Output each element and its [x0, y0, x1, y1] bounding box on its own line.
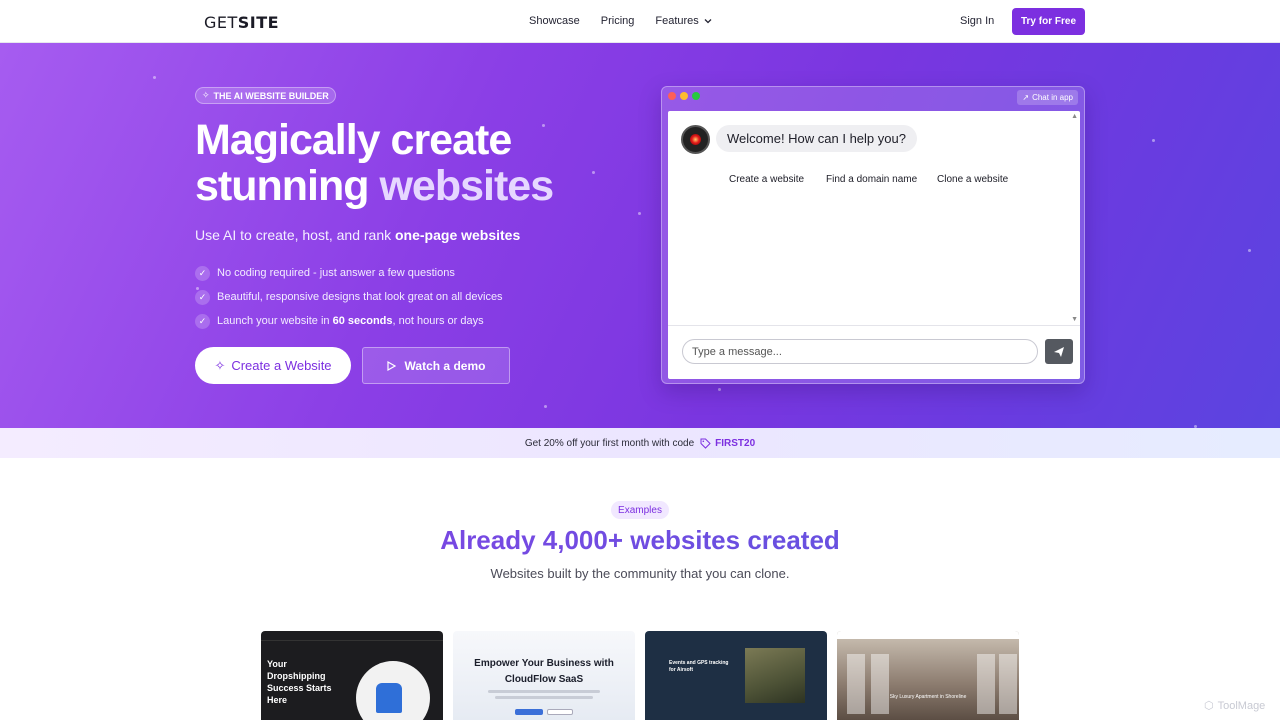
thumbnail-headline: Events and GPS tracking for Airsoft [669, 660, 729, 673]
hero-title-word-websites: websites [379, 162, 554, 210]
hero-section: ✧ THE AI WEBSITE BUILDER Magically creat… [0, 43, 1280, 428]
thumbnail-button [547, 709, 573, 715]
example-thumbnail-airsoft[interactable]: Events and GPS tracking for Airsoft [645, 631, 827, 720]
examples-title: Already 4,000+ websites created [0, 525, 1280, 556]
try-for-free-button[interactable]: Try for Free [1012, 8, 1085, 35]
nav-links: Showcase Pricing Features [529, 15, 733, 27]
create-website-label: Create a Website [231, 358, 332, 373]
welcome-message: Welcome! How can I help you? [716, 125, 917, 152]
check-icon: ✓ [195, 265, 210, 281]
example-thumbnail-cloudflow[interactable]: Empower Your Business with CloudFlow SaaS [453, 631, 635, 720]
example-thumbnail-globeasy[interactable]: Your Dropshipping Success Starts Here [261, 631, 443, 720]
sparkles-icon: ✧ [202, 90, 210, 100]
quick-action-create-website[interactable]: Create a website [729, 174, 804, 185]
thumbnail-nav [645, 631, 827, 641]
examples-subtitle: Websites built by the community that you… [490, 566, 790, 581]
thumbnail-nav [261, 631, 443, 641]
check-icon: ✓ [195, 289, 210, 305]
external-link-icon: ↗ [1022, 93, 1030, 102]
checklist-text: Beautiful, responsive designs that look … [217, 291, 503, 303]
hero-badge-label: THE AI WEBSITE BUILDER [213, 90, 329, 101]
sparkle-dot [153, 76, 156, 79]
checklist-item: ✓ No coding required - just answer a few… [195, 261, 503, 285]
thumbnail-headline: Your Dropshipping Success Starts Here [267, 659, 332, 705]
thumbnail-photo [745, 648, 805, 703]
sparkle-dot [1152, 139, 1155, 142]
hero-subtitle-bold: one-page websites [395, 227, 521, 243]
nav-link-pricing[interactable]: Pricing [601, 15, 635, 27]
hero-title-line1: Magically create [195, 116, 512, 164]
promo-code-label: FIRST20 [715, 437, 756, 449]
thumbnail-text-line [488, 690, 600, 693]
watermark: ⬡ ToolMage [1204, 699, 1266, 713]
window-close-dot[interactable] [668, 92, 676, 100]
watch-demo-label: Watch a demo [404, 358, 486, 373]
checklist-text: No coding required - just answer a few q… [217, 267, 455, 279]
chat-in-app-label: Chat in app [1032, 93, 1073, 102]
thumbnail-figure [376, 683, 402, 713]
sparkle-dot [1248, 249, 1251, 252]
thumbnail-headline: Empower Your Business with CloudFlow SaaS [474, 658, 614, 685]
tag-icon [700, 438, 711, 449]
window-maximize-dot[interactable] [692, 92, 700, 100]
example-thumbnail-luxury[interactable]: Sky Luxury Apartment in Shoreline [837, 631, 1019, 720]
send-button[interactable] [1045, 339, 1073, 364]
checklist-item: ✓ Beautiful, responsive designs that loo… [195, 285, 503, 309]
quick-action-clone-website[interactable]: Clone a website [937, 174, 1008, 185]
chat-in-app-button[interactable]: ↗ Chat in app [1017, 90, 1078, 105]
sparkle-dot [638, 212, 641, 215]
hero-title: Magically create stunning websites [195, 116, 554, 210]
nav-link-features-label: Features [655, 15, 699, 27]
hero-subtitle-text: Use AI to create, host, and rank [195, 227, 395, 243]
hero-title-word-stunning: stunning [195, 162, 370, 210]
thumbnail-button [515, 709, 543, 715]
hero-title-line2: stunning websites [195, 162, 554, 210]
bot-avatar [681, 125, 710, 154]
check-icon: ✓ [195, 313, 210, 329]
message-input[interactable]: Type a message... [682, 339, 1038, 364]
sparkle-icon: ✧ [214, 357, 226, 373]
quick-action-find-domain[interactable]: Find a domain name [826, 174, 917, 185]
chat-body: ▲ ▼ Welcome! How can I help you? Create … [668, 111, 1080, 379]
checklist-text: Launch your website in 60 seconds, not h… [217, 315, 484, 327]
nav-link-features[interactable]: Features [655, 15, 712, 27]
promo-text: Get 20% off your first month with code [524, 437, 695, 449]
watermark-label: ToolMage [1217, 699, 1266, 712]
window-minimize-dot[interactable] [680, 92, 688, 100]
sparkle-dot [718, 388, 721, 391]
watch-demo-button[interactable]: Watch a demo [362, 347, 510, 384]
send-icon [1054, 346, 1064, 357]
play-icon [386, 360, 396, 371]
scroll-down-arrow[interactable]: ▼ [1071, 316, 1078, 323]
chevron-down-icon [704, 19, 712, 24]
nav-link-showcase[interactable]: Showcase [529, 15, 580, 27]
create-website-button[interactable]: ✧ Create a Website [195, 347, 351, 384]
top-navbar: GETSITE Showcase Pricing Features Sign I… [0, 0, 1280, 43]
sparkle-dot [592, 171, 595, 174]
promo-code[interactable]: FIRST20 [700, 438, 755, 449]
promo-banner: Get 20% off your first month with code F… [0, 428, 1280, 458]
thumbnail-photo: Sky Luxury Apartment in Shoreline [837, 639, 1019, 720]
checklist-item: ✓ Launch your website in 60 seconds, not… [195, 309, 503, 333]
examples-badge: Examples [611, 501, 669, 519]
scroll-up-arrow[interactable]: ▲ [1071, 113, 1078, 120]
sparkle-dot [544, 405, 547, 408]
hero-subtitle: Use AI to create, host, and rank one-pag… [195, 227, 520, 243]
hero-badge: ✧ THE AI WEBSITE BUILDER [195, 87, 336, 104]
chat-widget: ↗ Chat in app ▲ ▼ Welcome! How can I hel… [661, 86, 1085, 384]
thumbnail-nav [453, 631, 635, 641]
logo[interactable]: GETSITE [204, 13, 279, 32]
logo-icon: ⬡ [1204, 700, 1214, 712]
sign-in-link[interactable]: Sign In [960, 15, 994, 27]
thumbnail-headline: Sky Luxury Apartment in Shoreline [889, 694, 967, 700]
chat-divider [668, 325, 1080, 326]
feature-checklist: ✓ No coding required - just answer a few… [195, 261, 503, 333]
thumbnail-text-line [495, 696, 593, 699]
